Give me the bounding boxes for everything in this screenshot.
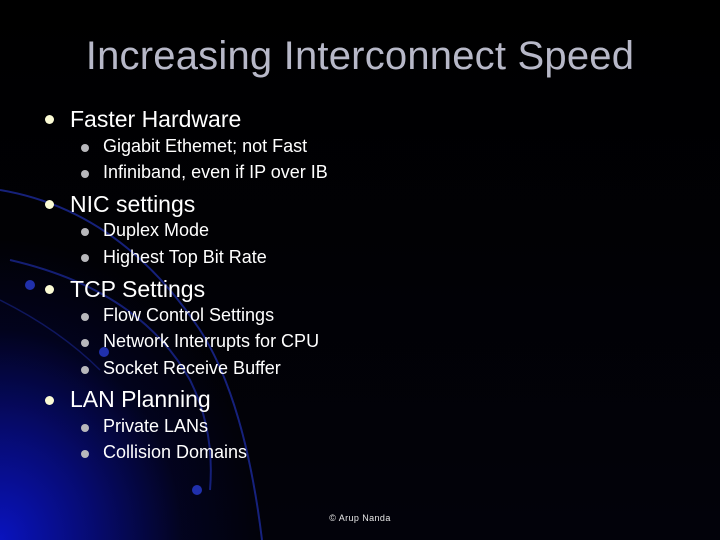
level2-bullet-icon xyxy=(81,228,89,236)
sub-bullet: Socket Receive Buffer xyxy=(103,358,281,378)
slide: Increasing Interconnect Speed Faster Har… xyxy=(0,0,720,540)
sub-bullet: Flow Control Settings xyxy=(103,305,275,325)
sub-bullet: Gigabit Ethemet; not Fast xyxy=(103,136,308,156)
slide-title: Increasing Interconnect Speed xyxy=(85,34,635,78)
level2-bullet-icon xyxy=(81,313,89,321)
bullet-lan-planning: LAN Planning xyxy=(70,386,211,412)
sub-bullet: Highest Top Bit Rate xyxy=(103,247,267,267)
swoosh-dot-1 xyxy=(25,280,35,290)
level1-bullet-icon xyxy=(45,115,54,124)
bullet-faster-hardware: Faster Hardware xyxy=(70,106,242,132)
copyright-footer: © Arup Nanda xyxy=(329,513,391,523)
swoosh-dot-3 xyxy=(192,485,202,495)
sub-bullet: Duplex Mode xyxy=(103,220,210,240)
level2-bullet-icon xyxy=(81,424,89,432)
level1-bullet-icon xyxy=(45,396,54,405)
level1-bullet-icon xyxy=(45,285,54,294)
sub-bullet: Collision Domains xyxy=(103,442,248,462)
level1-bullet-icon xyxy=(45,200,54,209)
level2-bullet-icon xyxy=(81,254,89,262)
level2-bullet-icon xyxy=(81,339,89,347)
bullet-tcp-settings: TCP Settings xyxy=(70,276,206,302)
level2-bullet-icon xyxy=(81,144,89,152)
sub-bullet: Private LANs xyxy=(103,416,209,436)
swoosh-arc-3 xyxy=(0,299,101,371)
level2-bullet-icon xyxy=(81,170,89,178)
level2-bullet-icon xyxy=(81,366,89,374)
sub-bullet: Network Interrupts for CPU xyxy=(103,331,320,351)
sub-bullet: Infiniband, even if IP over IB xyxy=(103,162,328,182)
level2-bullet-icon xyxy=(81,450,89,458)
bullet-nic-settings: NIC settings xyxy=(70,191,196,217)
